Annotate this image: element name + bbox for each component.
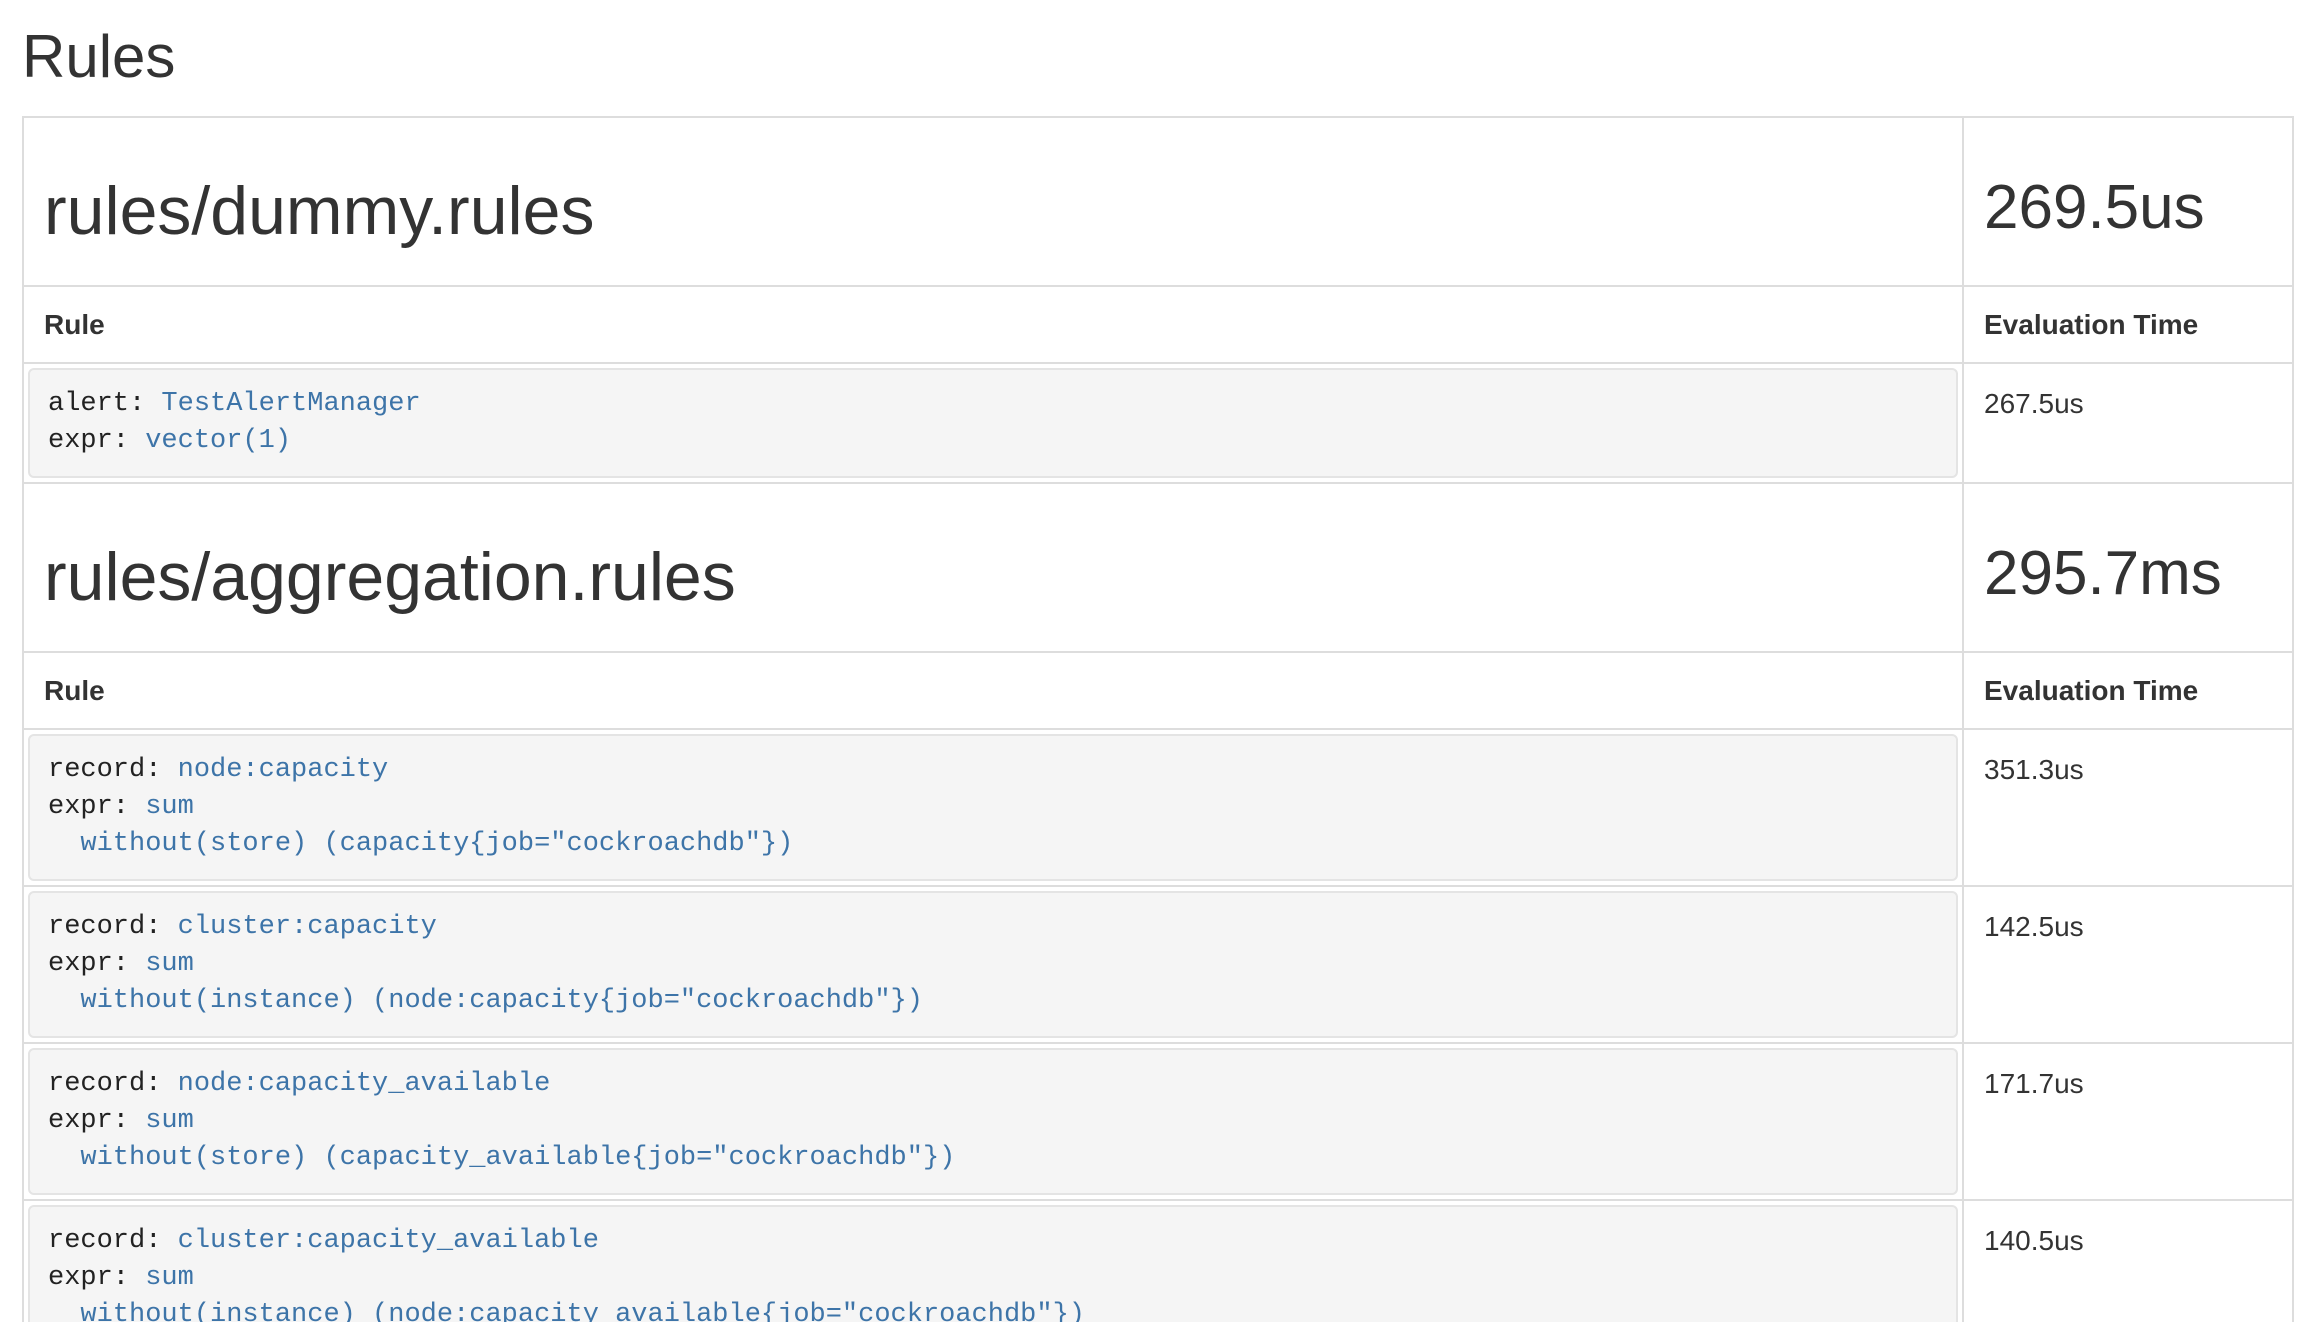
rule-link[interactable]: sum — [145, 1263, 194, 1293]
rule-evaluation-time: 142.5us — [1963, 886, 2293, 1043]
rule-link[interactable]: without(store) (capacity_available{job="… — [80, 1143, 955, 1173]
rule-link[interactable]: node:capacity_available — [178, 1069, 551, 1099]
rule-definition: record: node:capacity_available expr: su… — [28, 1048, 1958, 1195]
rule-group-file-name: rules/dummy.rules — [44, 174, 1942, 249]
rule-evaluation-time: 351.3us — [1963, 729, 2293, 886]
rules-page: Rules rules/dummy.rules 269.5us Rule Eva… — [0, 24, 2316, 1322]
column-header-evaluation-time: Evaluation Time — [1963, 652, 2293, 729]
rule-group-file-name: rules/aggregation.rules — [44, 540, 1942, 615]
rule-group-evaluation-time: 295.7ms — [1984, 540, 2272, 608]
rule-row: alert: TestAlertManager expr: vector(1) … — [23, 363, 2293, 483]
rule-evaluation-time: 171.7us — [1963, 1043, 2293, 1200]
rule-row: record: cluster:capacity_available expr:… — [23, 1200, 2293, 1322]
rule-row: record: node:capacity expr: sum without(… — [23, 729, 2293, 886]
column-header-evaluation-time: Evaluation Time — [1963, 286, 2293, 363]
column-header-rule: Rule — [23, 286, 1963, 363]
rule-link[interactable]: sum — [145, 949, 194, 979]
rule-link[interactable]: sum — [145, 792, 194, 822]
rule-row: record: cluster:capacity expr: sum witho… — [23, 886, 2293, 1043]
rule-definition: record: cluster:capacity_available expr:… — [28, 1205, 1958, 1322]
rule-link[interactable]: without(instance) (node:capacity_availab… — [80, 1300, 1085, 1322]
rule-definition: record: node:capacity expr: sum without(… — [28, 734, 1958, 881]
column-header-row: Rule Evaluation Time — [23, 286, 2293, 363]
rule-link[interactable]: cluster:capacity — [178, 912, 437, 942]
rules-table: rules/dummy.rules 269.5us Rule Evaluatio… — [22, 116, 2294, 1322]
rule-evaluation-time: 140.5us — [1963, 1200, 2293, 1322]
column-header-row: Rule Evaluation Time — [23, 652, 2293, 729]
rule-link[interactable]: without(instance) (node:capacity{job="co… — [80, 986, 923, 1016]
rule-definition: alert: TestAlertManager expr: vector(1) — [28, 368, 1958, 478]
rule-group-header-row: rules/aggregation.rules 295.7ms — [23, 483, 2293, 652]
page-title: Rules — [22, 24, 2294, 90]
rule-link[interactable]: vector(1) — [145, 426, 291, 456]
rule-row: record: node:capacity_available expr: su… — [23, 1043, 2293, 1200]
rule-link[interactable]: cluster:capacity_available — [178, 1226, 599, 1256]
rule-evaluation-time: 267.5us — [1963, 363, 2293, 483]
rule-definition: record: cluster:capacity expr: sum witho… — [28, 891, 1958, 1038]
rule-link[interactable]: sum — [145, 1106, 194, 1136]
rule-group-header-row: rules/dummy.rules 269.5us — [23, 117, 2293, 286]
column-header-rule: Rule — [23, 652, 1963, 729]
rule-link[interactable]: TestAlertManager — [161, 389, 420, 419]
rule-group-evaluation-time: 269.5us — [1984, 174, 2272, 242]
rule-link[interactable]: node:capacity — [178, 755, 389, 785]
rule-link[interactable]: without(store) (capacity{job="cockroachd… — [80, 829, 793, 859]
